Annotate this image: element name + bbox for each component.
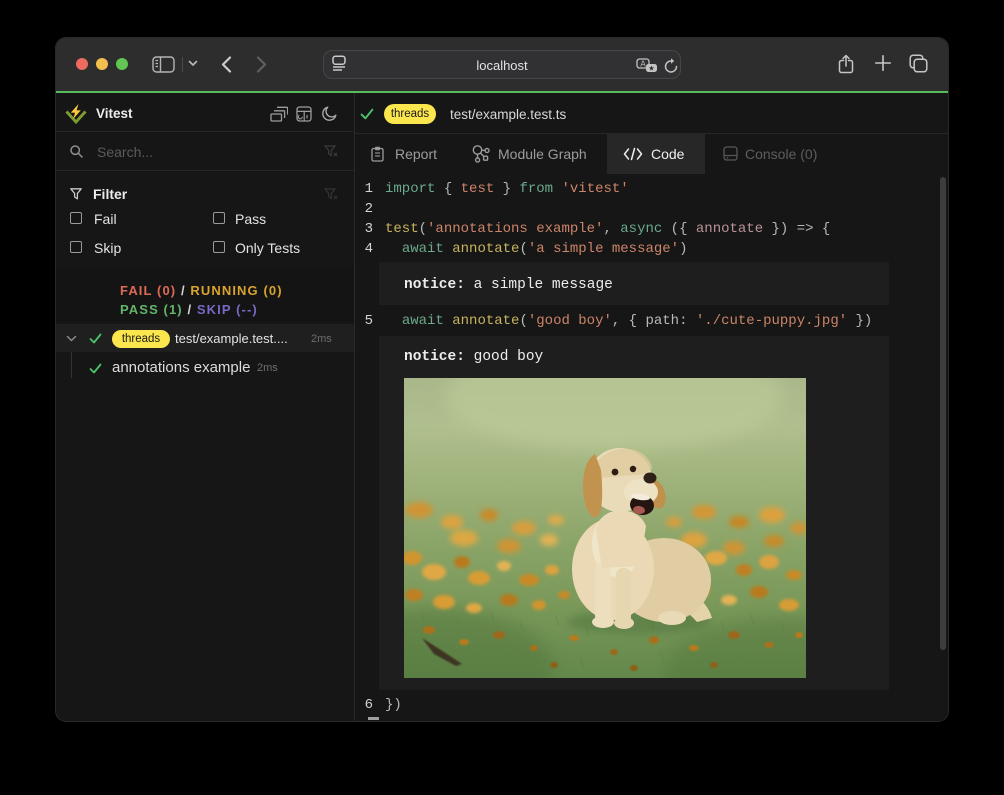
svg-text:A: A	[640, 60, 646, 69]
svg-text:★: ★	[648, 65, 654, 73]
